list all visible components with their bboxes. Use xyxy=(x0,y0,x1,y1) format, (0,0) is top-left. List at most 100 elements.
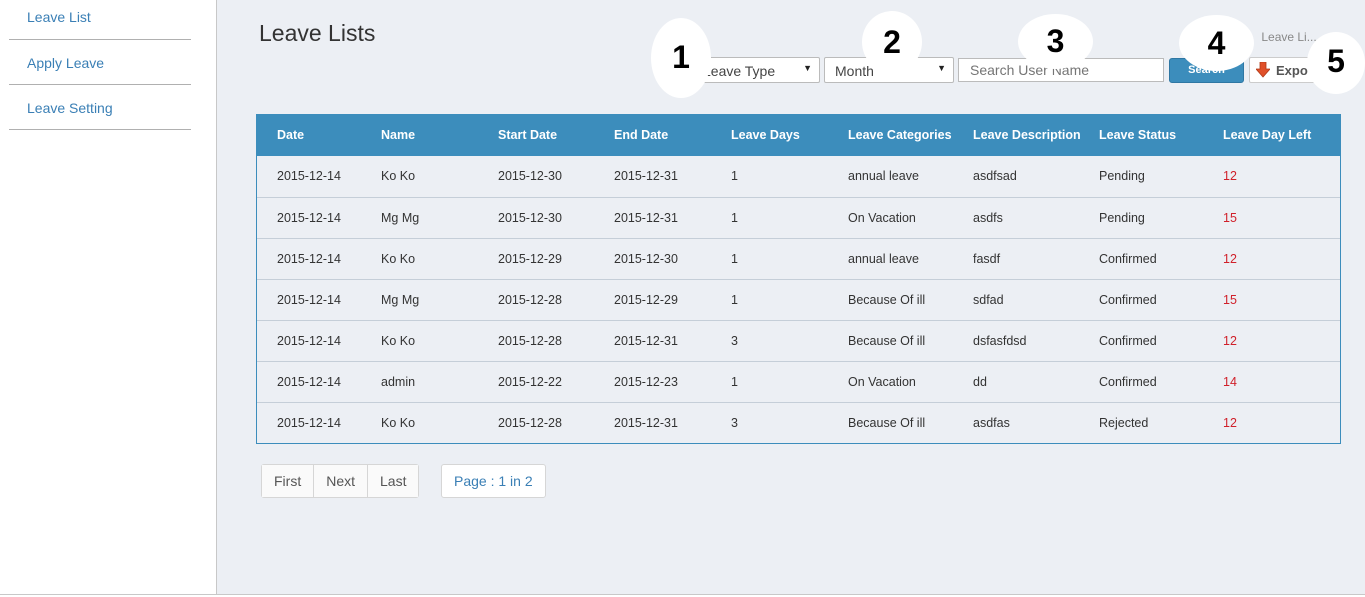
chevron-down-icon: ▼ xyxy=(803,63,812,73)
cell-date: 2015-12-14 xyxy=(277,169,341,183)
cell-end-date: 2015-12-30 xyxy=(614,252,678,266)
column-header-leave-description: Leave Description xyxy=(973,128,1081,142)
cell-leave-day-left: 14 xyxy=(1223,375,1237,389)
download-arrow-icon xyxy=(1256,62,1270,78)
cell-start-date: 2015-12-28 xyxy=(498,416,562,430)
cell-leave-description: sdfad xyxy=(973,293,1004,307)
cell-leave-status: Confirmed xyxy=(1099,334,1157,348)
cell-name: Mg Mg xyxy=(381,293,420,307)
month-value: Month xyxy=(835,63,874,79)
cell-start-date: 2015-12-28 xyxy=(498,334,562,348)
sidebar: Leave List Apply Leave Leave Setting xyxy=(0,0,217,594)
breadcrumb-current[interactable]: Leave Li... xyxy=(1261,30,1316,44)
table-row: 2015-12-14 Ko Ko 2015-12-28 2015-12-31 3… xyxy=(257,402,1340,443)
cell-leave-days: 1 xyxy=(731,252,738,266)
cell-date: 2015-12-14 xyxy=(277,211,341,225)
leave-type-select[interactable]: Leave Type ▼ xyxy=(692,57,820,83)
cell-leave-description: dsfasfdsd xyxy=(973,334,1027,348)
cell-leave-description: fasdf xyxy=(973,252,1001,266)
cell-date: 2015-12-14 xyxy=(277,334,341,348)
cell-end-date: 2015-12-31 xyxy=(614,211,678,225)
cell-leave-days: 1 xyxy=(731,293,738,307)
cell-leave-description: asdfas xyxy=(973,416,1010,430)
callout-3: 3 xyxy=(1018,14,1093,69)
table-body: 2015-12-14 Ko Ko 2015-12-30 2015-12-31 1… xyxy=(257,156,1340,443)
first-page-button[interactable]: First xyxy=(262,465,315,497)
cell-end-date: 2015-12-29 xyxy=(614,293,678,307)
sidebar-item-label[interactable]: Leave Setting xyxy=(27,100,113,116)
cell-leave-day-left: 12 xyxy=(1223,252,1237,266)
cell-leave-status: Pending xyxy=(1099,211,1145,225)
cell-leave-status: Pending xyxy=(1099,169,1145,183)
cell-start-date: 2015-12-22 xyxy=(498,375,562,389)
column-header-name: Name xyxy=(381,128,416,142)
sidebar-item-leave-list[interactable]: Leave List xyxy=(9,0,191,40)
main-content: Leave Lists › Leave Li... Leave Type ▼ M… xyxy=(217,0,1365,594)
table-row: 2015-12-14 Ko Ko 2015-12-29 2015-12-30 1… xyxy=(257,238,1340,279)
cell-end-date: 2015-12-23 xyxy=(614,375,678,389)
cell-name: Ko Ko xyxy=(381,416,416,430)
cell-leave-category: annual leave xyxy=(848,169,919,183)
cell-date: 2015-12-14 xyxy=(277,293,341,307)
page-title: Leave Lists xyxy=(259,20,376,46)
cell-leave-days: 1 xyxy=(731,375,738,389)
callout-5: 5 xyxy=(1307,32,1365,94)
column-header-date: Date xyxy=(277,128,305,142)
sidebar-item-label[interactable]: Leave List xyxy=(27,9,91,25)
callout-2: 2 xyxy=(862,11,922,73)
sidebar-item-leave-setting[interactable]: Leave Setting xyxy=(9,85,191,130)
cell-leave-category: On Vacation xyxy=(848,375,916,389)
cell-leave-category: annual leave xyxy=(848,252,919,266)
table-header: Date Name Start Date End Date Leave Days… xyxy=(257,115,1340,156)
cell-date: 2015-12-14 xyxy=(277,375,341,389)
export-label: Expo xyxy=(1276,63,1308,78)
page-indicator: Page : 1 in 2 xyxy=(441,464,546,498)
cell-name: Ko Ko xyxy=(381,334,416,348)
cell-leave-description: asdfsad xyxy=(973,169,1017,183)
cell-end-date: 2015-12-31 xyxy=(614,416,678,430)
next-page-button[interactable]: Next xyxy=(314,465,369,497)
pagination: First Next Last xyxy=(261,464,420,498)
cell-start-date: 2015-12-28 xyxy=(498,293,562,307)
cell-leave-description: dd xyxy=(973,375,987,389)
cell-date: 2015-12-14 xyxy=(277,252,341,266)
last-page-button[interactable]: Last xyxy=(368,465,419,497)
table-row: 2015-12-14 admin 2015-12-22 2015-12-23 1… xyxy=(257,361,1340,402)
cell-leave-day-left: 15 xyxy=(1223,211,1237,225)
cell-leave-status: Confirmed xyxy=(1099,252,1157,266)
chevron-down-icon: ▼ xyxy=(937,63,946,73)
cell-leave-days: 1 xyxy=(731,169,738,183)
column-header-end-date: End Date xyxy=(614,128,669,142)
cell-name: admin xyxy=(381,375,416,389)
column-header-leave-days: Leave Days xyxy=(731,128,800,142)
sidebar-item-label[interactable]: Apply Leave xyxy=(27,55,104,71)
cell-date: 2015-12-14 xyxy=(277,416,341,430)
column-header-leave-day-left: Leave Day Left xyxy=(1223,128,1312,142)
table-row: 2015-12-14 Mg Mg 2015-12-28 2015-12-29 1… xyxy=(257,279,1340,320)
cell-start-date: 2015-12-30 xyxy=(498,211,562,225)
cell-leave-status: Rejected xyxy=(1099,416,1149,430)
cell-end-date: 2015-12-31 xyxy=(614,334,678,348)
column-header-leave-categories: Leave Categories xyxy=(848,128,952,142)
table-row: 2015-12-14 Mg Mg 2015-12-30 2015-12-31 1… xyxy=(257,197,1340,238)
cell-leave-days: 3 xyxy=(731,334,738,348)
cell-end-date: 2015-12-31 xyxy=(614,169,678,183)
cell-name: Ko Ko xyxy=(381,169,416,183)
cell-leave-days: 3 xyxy=(731,416,738,430)
cell-name: Ko Ko xyxy=(381,252,416,266)
cell-leave-days: 1 xyxy=(731,211,738,225)
cell-start-date: 2015-12-30 xyxy=(498,169,562,183)
cell-start-date: 2015-12-29 xyxy=(498,252,562,266)
column-header-start-date: Start Date xyxy=(498,128,558,142)
cell-leave-day-left: 12 xyxy=(1223,416,1237,430)
cell-leave-day-left: 15 xyxy=(1223,293,1237,307)
cell-leave-category: Because Of ill xyxy=(848,293,926,307)
cell-leave-status: Confirmed xyxy=(1099,293,1157,307)
column-header-leave-status: Leave Status xyxy=(1099,128,1177,142)
cell-leave-category: Because Of ill xyxy=(848,334,926,348)
cell-name: Mg Mg xyxy=(381,211,420,225)
cell-leave-day-left: 12 xyxy=(1223,169,1237,183)
sidebar-item-apply-leave[interactable]: Apply Leave xyxy=(9,40,191,85)
callout-4: 4 xyxy=(1179,15,1254,71)
table-row: 2015-12-14 Ko Ko 2015-12-28 2015-12-31 3… xyxy=(257,320,1340,361)
